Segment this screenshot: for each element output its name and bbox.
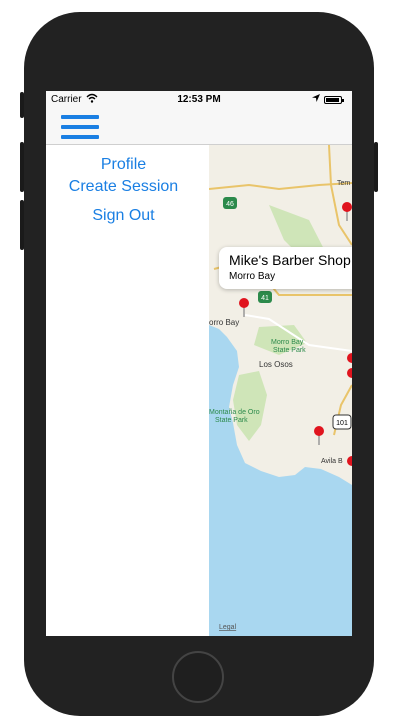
status-bar: Carrier 12:53 PM [46,91,352,109]
land-area [209,145,352,485]
hamburger-line [61,115,99,119]
place-templeton: Tem [337,180,350,187]
park-label: State Park [215,417,248,424]
route-41-label: 41 [261,295,269,302]
map-canvas: 46 41 101 orro Bay Los Osos Morro Bay St… [209,145,352,631]
battery-icon [324,96,344,104]
menu-item-create-session[interactable]: Create Session [46,178,201,196]
power-button [374,142,378,192]
park-label: Morro Bay [271,339,304,346]
menu-item-sign-out[interactable]: Sign Out [46,207,201,225]
side-menu: Profile Create Session Sign Out [46,145,209,636]
device-screen: Carrier 12:53 PM Profile Create Session … [46,91,352,636]
route-101-label: 101 [336,420,348,427]
hamburger-icon[interactable] [61,112,99,142]
home-button[interactable] [172,651,224,703]
battery-fill [326,98,339,102]
hamburger-line [61,125,99,129]
clock-time: 12:53 PM [177,94,221,105]
map-callout[interactable]: Mike's Barber Shop Morro Bay [219,247,352,289]
callout-subtitle: Morro Bay [229,271,276,282]
park-label: State Park [273,347,306,354]
location-arrow-icon [312,94,320,105]
place-avila: Avila B [321,458,343,465]
mute-switch [20,92,24,118]
hamburger-line [61,135,99,139]
battery-nub [342,99,344,102]
volume-up-button [20,142,24,192]
place-los-osos: Los Osos [259,360,293,369]
volume-down-button [20,200,24,250]
park-label: Montaña de Oro [209,409,260,416]
callout-title: Mike's Barber Shop [229,252,351,268]
legal-link[interactable]: Legal [219,624,237,631]
route-46-label: 46 [226,201,234,208]
menu-item-profile[interactable]: Profile [46,156,201,174]
navigation-bar [46,109,352,145]
place-morro-bay: orro Bay [209,318,239,327]
map-view[interactable]: 46 41 101 orro Bay Los Osos Morro Bay St… [209,145,352,636]
